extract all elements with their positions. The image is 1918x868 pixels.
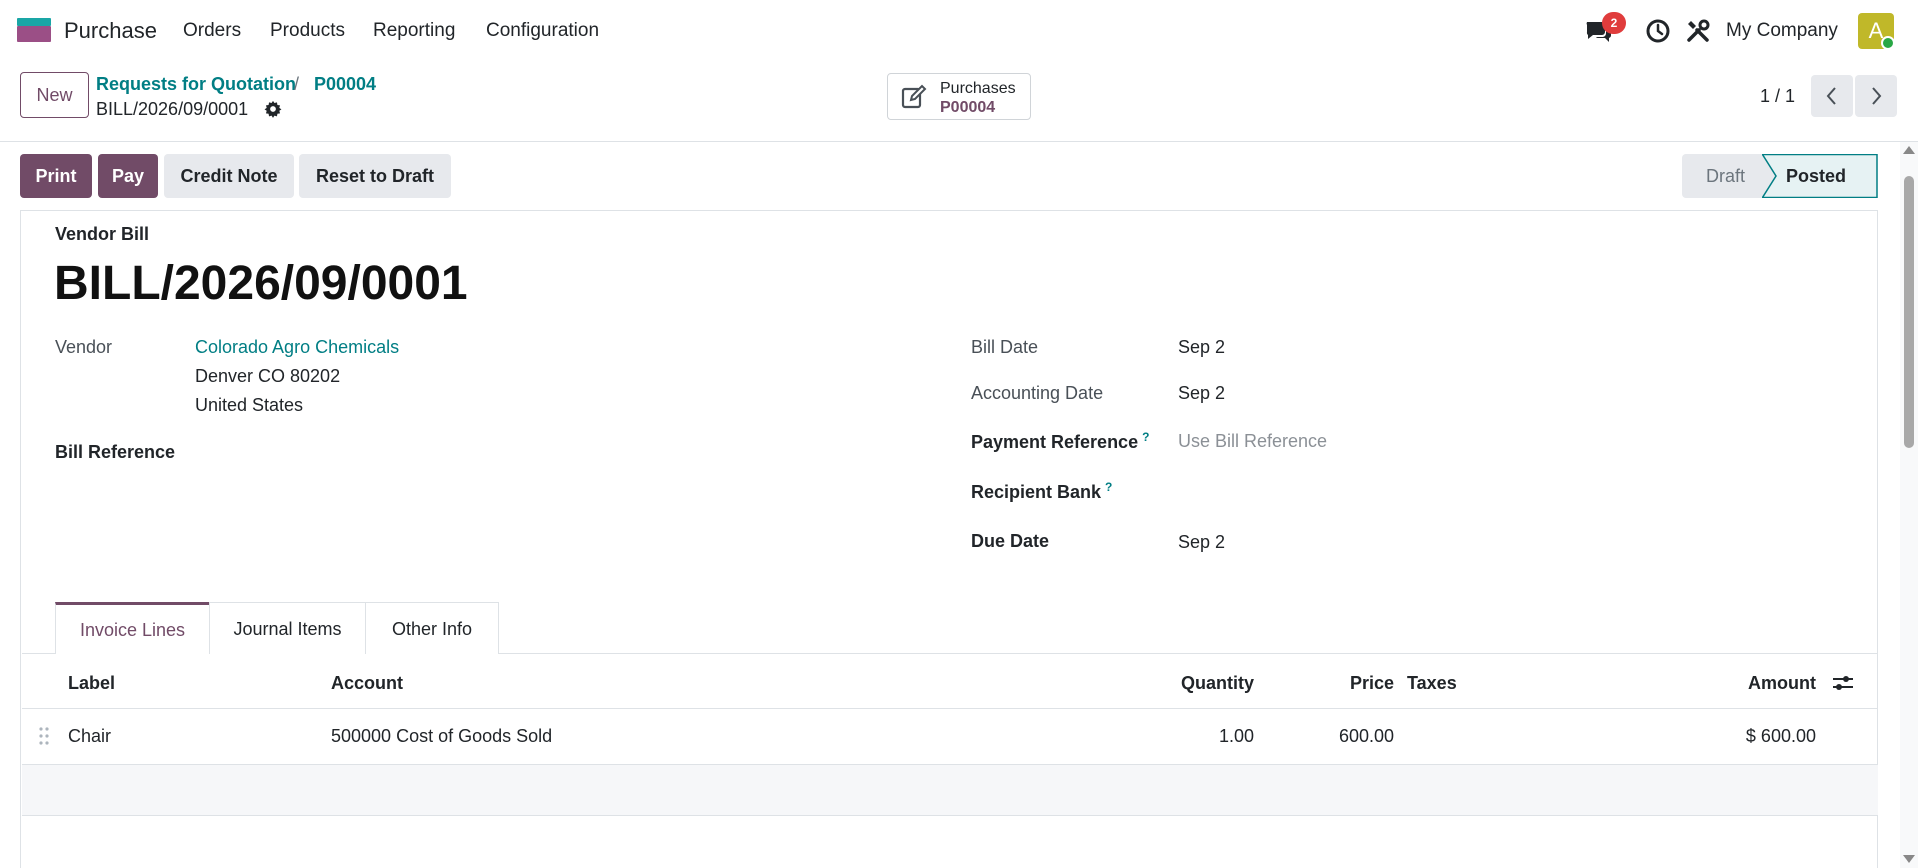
status-posted-label: Posted — [1786, 166, 1847, 186]
purchase-app-icon[interactable] — [17, 18, 51, 42]
pager-previous-button[interactable] — [1811, 75, 1853, 117]
recipient-bank-input[interactable] — [1178, 476, 1858, 506]
column-header-account[interactable]: Account — [331, 673, 403, 694]
bill-date-label: Bill Date — [971, 337, 1039, 357]
accounting-date-label: Accounting Date — [971, 383, 1104, 403]
document-type: Vendor Bill — [55, 224, 150, 244]
pager-value[interactable]: 1 / 1 — [1760, 86, 1795, 107]
optional-columns-icon[interactable] — [1832, 673, 1854, 693]
control-panel: New Requests for Quotation / P00004 BILL… — [0, 62, 1918, 142]
chat-count-badge: 2 — [1602, 12, 1626, 34]
reset-to-draft-button[interactable]: Reset to Draft — [299, 154, 451, 198]
activity-clock-icon[interactable] — [1645, 18, 1671, 44]
new-button[interactable]: New — [20, 72, 89, 118]
payment-reference-label: Payment Reference? — [971, 430, 1150, 452]
column-header-label[interactable]: Label — [68, 673, 115, 694]
line-amount-cell: $ 600.00 — [1745, 726, 1816, 746]
line-quantity-cell[interactable]: 1.00 — [1130, 726, 1254, 747]
column-header-price[interactable]: Price — [1300, 673, 1394, 694]
menu-products[interactable]: Products — [270, 20, 345, 42]
edit-document-icon — [901, 84, 927, 109]
gear-icon[interactable] — [264, 100, 282, 118]
menu-reporting[interactable]: Reporting — [373, 20, 455, 42]
scroll-down-icon[interactable] — [1903, 855, 1915, 863]
line-price-cell[interactable]: 600.00 — [1300, 726, 1394, 747]
print-button[interactable]: Print — [20, 154, 92, 198]
due-date-label: Due Date — [971, 531, 1050, 551]
app-name[interactable]: Purchase — [64, 18, 157, 44]
breadcrumb-p00004[interactable]: P00004 — [314, 74, 376, 95]
bill-reference-label: Bill Reference — [55, 442, 176, 462]
table-header-divider — [22, 708, 1878, 709]
table-empty-row — [22, 765, 1878, 816]
line-label-cell[interactable]: Chair — [68, 726, 111, 747]
scrollbar-thumb[interactable] — [1904, 176, 1914, 448]
presence-status-icon — [1881, 36, 1895, 50]
credit-note-button[interactable]: Credit Note — [164, 154, 294, 198]
drag-handle-icon[interactable] — [38, 726, 50, 746]
debug-tools-icon[interactable] — [1685, 18, 1711, 44]
column-header-amount[interactable]: Amount — [1700, 673, 1816, 694]
vendor-link[interactable]: Colorado Agro Chemicals — [195, 337, 399, 358]
payment-reference-input[interactable]: Use Bill Reference — [1178, 431, 1327, 452]
menu-orders[interactable]: Orders — [183, 20, 241, 42]
chevron-left-icon — [1826, 87, 1836, 105]
vendor-address-line2: United States — [195, 395, 304, 415]
tab-invoice-lines[interactable]: Invoice Lines — [55, 602, 210, 654]
vendor-address-line1: Denver CO 80202 — [195, 366, 341, 386]
due-date-value[interactable]: Sep 2 — [1178, 532, 1225, 553]
pager-next-button[interactable] — [1855, 75, 1897, 117]
purchases-smart-button[interactable]: Purchases P00004 — [887, 73, 1031, 120]
scroll-up-icon[interactable] — [1903, 146, 1915, 154]
breadcrumb-separator: / — [294, 74, 300, 94]
status-bar: Draft Posted — [1682, 154, 1878, 198]
bill-date-value[interactable]: Sep 2 — [1178, 337, 1225, 358]
tab-other-info[interactable]: Other Info — [365, 602, 499, 654]
tab-journal-items[interactable]: Journal Items — [209, 602, 366, 654]
vendor-label: Vendor — [55, 337, 113, 357]
payment-reference-help-icon[interactable]: ? — [1142, 430, 1149, 444]
column-header-taxes[interactable]: Taxes — [1407, 673, 1457, 694]
breadcrumb-rfq[interactable]: Requests for Quotation — [96, 74, 296, 95]
line-account-cell[interactable]: 500000 Cost of Goods Sold — [331, 726, 552, 747]
menu-configuration[interactable]: Configuration — [486, 20, 599, 42]
smart-button-value: P00004 — [940, 99, 996, 116]
document-title: BILL/2026/09/0001 — [54, 257, 468, 310]
accounting-date-value[interactable]: Sep 2 — [1178, 383, 1225, 404]
top-navbar: Purchase Orders Products Reporting Confi… — [0, 0, 1918, 62]
recipient-bank-help-icon[interactable]: ? — [1105, 480, 1112, 494]
chevron-right-icon — [1872, 87, 1882, 105]
smart-button-title: Purchases — [940, 80, 1016, 97]
recipient-bank-label: Recipient Bank? — [971, 480, 1113, 502]
column-header-quantity[interactable]: Quantity — [1130, 673, 1254, 694]
bill-reference-input[interactable] — [195, 438, 915, 468]
breadcrumb-current: BILL/2026/09/0001 — [96, 99, 249, 119]
pay-button[interactable]: Pay — [98, 154, 158, 198]
company-switcher[interactable]: My Company — [1726, 20, 1838, 42]
